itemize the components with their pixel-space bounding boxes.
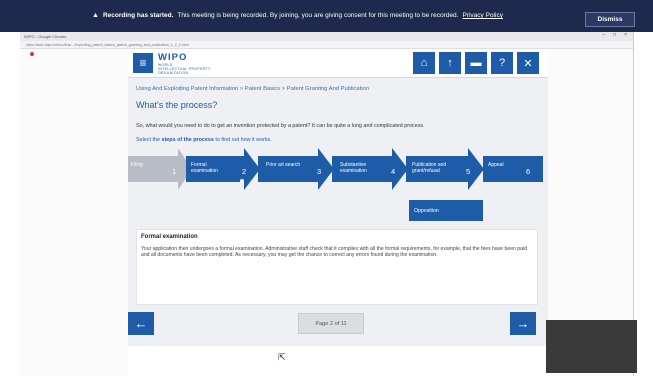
breadcrumb: Using And Exploiting Patent Information … bbox=[136, 86, 369, 92]
right-arrow-icon[interactable]: → bbox=[510, 312, 536, 335]
intro-text: So, what would you need to do to get an … bbox=[136, 123, 425, 129]
logo-name: WIPO bbox=[158, 52, 188, 63]
course-module: ≡ WIPO WORLD INTELLECTUAL PROPERTY ORGAN… bbox=[128, 49, 548, 346]
address-url: https://welc.wipo.int/acc/lms/.../exploi… bbox=[26, 42, 189, 47]
minimize-button[interactable]: – bbox=[602, 32, 605, 38]
warning-triangle-icon: ▲ bbox=[92, 12, 99, 19]
page-navigation: ← Page 2 of 11 → bbox=[128, 306, 548, 346]
up-arrow-icon[interactable]: ↑ bbox=[439, 52, 461, 74]
process-steps: Filing 1 Formal examination 2 Prior art … bbox=[128, 148, 548, 190]
wipo-logo: WIPO WORLD INTELLECTUAL PROPERTY ORGANIZ… bbox=[158, 52, 211, 75]
dismiss-button[interactable]: Dismiss bbox=[585, 12, 635, 27]
recording-message: ▲ Recording has started. This meeting is… bbox=[92, 12, 503, 19]
description-heading: Formal examination bbox=[141, 234, 198, 240]
home-icon[interactable]: ⌂ bbox=[413, 52, 435, 74]
step-appeal[interactable]: Appeal 6 bbox=[483, 148, 543, 190]
menu-icon[interactable]: ≡ bbox=[133, 53, 153, 73]
step-substantive-examination[interactable]: Substantive examination 4 bbox=[332, 148, 408, 190]
step-label: Filing bbox=[131, 162, 143, 168]
left-arrow-icon[interactable]: ← bbox=[128, 312, 154, 335]
step-prior-art-search[interactable]: Prior art search 3 bbox=[258, 148, 334, 190]
step-label: Formal examination bbox=[191, 162, 218, 174]
recording-strong-text: Recording has started. bbox=[102, 12, 174, 19]
step-label: Prior art search bbox=[266, 162, 301, 168]
help-icon[interactable]: ? bbox=[491, 52, 513, 74]
recording-text: This meeting is being recorded. By joini… bbox=[177, 12, 459, 19]
browser-title: WIPO - Google Chrome bbox=[24, 34, 67, 39]
folder-icon[interactable]: ▬ bbox=[465, 52, 487, 74]
page-indicator: Page 2 of 11 bbox=[298, 313, 364, 334]
step-arrow-shape bbox=[258, 148, 334, 190]
step-label: Publication and grant/refusal bbox=[412, 162, 447, 174]
window-controls: – □ × bbox=[602, 32, 627, 38]
step-publication-grant[interactable]: Publication and grant/refusal 5 bbox=[406, 148, 484, 190]
step-number: 5 bbox=[466, 167, 471, 176]
selected-indicator bbox=[240, 179, 244, 183]
step-label: Substantive examination bbox=[340, 162, 367, 174]
step-filing[interactable]: Filing 1 bbox=[128, 148, 192, 190]
record-indicator-icon bbox=[30, 52, 34, 56]
browser-title-bar: WIPO - Google Chrome – □ × bbox=[20, 32, 633, 41]
step-arrow-shape bbox=[483, 156, 543, 182]
instruction-pre: Select the bbox=[136, 137, 162, 143]
module-header: ≡ WIPO WORLD INTELLECTUAL PROPERTY ORGAN… bbox=[128, 49, 548, 78]
close-window-button[interactable]: × bbox=[624, 32, 627, 38]
step-label: Appeal bbox=[488, 162, 504, 168]
step-number: 6 bbox=[526, 167, 531, 176]
video-thumbnail bbox=[546, 320, 637, 373]
step-formal-examination[interactable]: Formal examination 2 bbox=[186, 148, 260, 190]
description-text: Your application then undergoes a formal… bbox=[141, 246, 527, 259]
page-margin-left bbox=[20, 49, 128, 376]
step-number: 4 bbox=[391, 167, 396, 176]
step-arrow-shape bbox=[128, 148, 192, 190]
close-icon[interactable]: ✕ bbox=[517, 52, 539, 74]
step-number: 1 bbox=[172, 167, 177, 176]
address-bar[interactable]: https://welc.wipo.int/acc/lms/.../exploi… bbox=[20, 41, 633, 49]
recording-banner: ▲ Recording has started. This meeting is… bbox=[0, 0, 653, 32]
instruction-text: Select the steps of the process to find … bbox=[136, 137, 272, 143]
page-title: What's the process? bbox=[136, 100, 218, 110]
privacy-policy-link[interactable]: Privacy Policy bbox=[462, 12, 502, 19]
mouse-cursor-icon: ⇱ bbox=[278, 352, 286, 362]
maximize-button[interactable]: □ bbox=[613, 32, 616, 38]
step-number: 2 bbox=[242, 167, 247, 176]
opposition-button[interactable]: Opposition bbox=[409, 200, 483, 221]
instruction-post: to find out how it works. bbox=[213, 137, 272, 143]
step-description-panel: Formal examination Your application then… bbox=[136, 229, 538, 305]
logo-sub3: ORGANIZATION bbox=[158, 71, 189, 75]
step-number: 3 bbox=[317, 167, 322, 176]
instruction-bold: steps of the process bbox=[161, 137, 214, 143]
